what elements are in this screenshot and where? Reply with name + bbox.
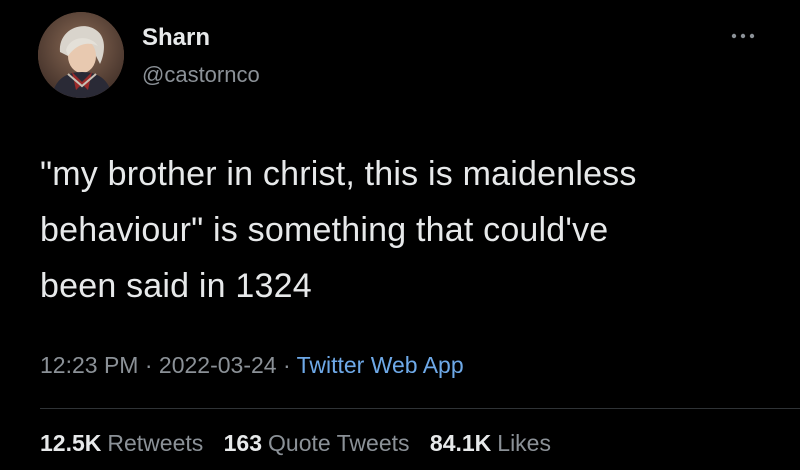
avatar-image (38, 12, 124, 98)
more-options-button[interactable] (724, 24, 764, 48)
meta-separator: · (138, 352, 159, 378)
meta-separator-2: · (276, 352, 297, 378)
likes-stat[interactable]: 84.1K Likes (430, 430, 551, 457)
retweets-label: Retweets (107, 430, 204, 456)
tweet-text: "my brother in christ, this is maidenles… (40, 155, 637, 305)
retweets-count: 12.5K (40, 430, 102, 456)
tweet-time[interactable]: 12:23 PM (40, 352, 138, 378)
quote-tweets-label: Quote Tweets (268, 430, 410, 456)
tweet-card: Sharn @castornco "my brother in christ, … (0, 0, 800, 470)
likes-count: 84.1K (429, 430, 492, 456)
tweet-stats: 12.5K Retweets 163 Quote Tweets 84.1K Likes (40, 430, 565, 457)
divider (40, 408, 800, 409)
likes-label: Likes (497, 430, 551, 456)
user-avatar[interactable] (38, 12, 124, 98)
tweet-source-link[interactable]: Twitter Web App (297, 352, 464, 378)
more-horizontal-icon (731, 33, 755, 39)
user-name[interactable]: Sharn (142, 24, 210, 52)
user-handle[interactable]: @castornco (142, 62, 260, 88)
tweet-date[interactable]: 2022-03-24 (159, 352, 277, 378)
quote-tweets-count: 163 (223, 430, 263, 456)
retweets-stat[interactable]: 12.5K Retweets (40, 430, 203, 457)
quote-tweets-stat[interactable]: 163 Quote Tweets (224, 430, 410, 457)
tweet-meta: 12:23 PM · 2022-03-24 · Twitter Web App (40, 352, 464, 379)
